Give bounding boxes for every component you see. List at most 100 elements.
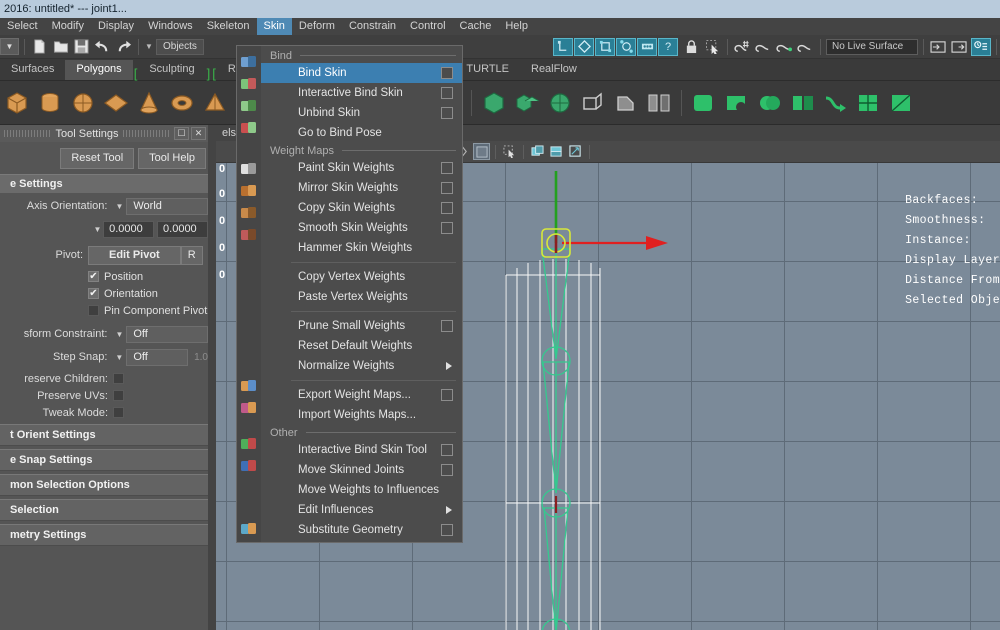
shelf-icon-smooth[interactable] [545, 88, 575, 118]
mode-dropdown-button[interactable]: ▼ [0, 37, 19, 56]
redo-arrow-icon[interactable] [114, 37, 133, 56]
shelf-icon-bool-intersect[interactable] [755, 88, 785, 118]
menu-item-bind-skin[interactable]: Bind Skin [261, 63, 462, 83]
checkbox-reserve-children-[interactable] [113, 373, 124, 384]
menu-option-box[interactable] [441, 182, 453, 194]
menu-item-smooth-skin-weights[interactable]: Smooth Skin Weights [261, 218, 462, 238]
menu-item-interactive-bind-skin-tool[interactable]: Interactive Bind Skin Tool [261, 440, 462, 460]
menu-cache[interactable]: Cache [453, 18, 499, 35]
transform-constraint-value[interactable]: Off [126, 325, 208, 343]
menu-item-reset-default-weights[interactable]: Reset Default Weights [261, 336, 462, 356]
lock-icon[interactable] [682, 37, 701, 56]
select-by-vertex-icon[interactable] [616, 37, 636, 56]
two-panes-icon[interactable] [529, 143, 546, 160]
menu-item-copy-vertex-weights[interactable]: Copy Vertex Weights [261, 267, 462, 287]
live-surface-field[interactable]: No Live Surface [826, 38, 918, 55]
close-icon[interactable]: ✕ [191, 127, 207, 140]
render-layers-icon[interactable] [637, 37, 657, 56]
shelf-icon-quadrangulate[interactable] [854, 88, 884, 118]
shelf-icon-extrude[interactable] [578, 88, 608, 118]
save-disk-icon[interactable] [72, 37, 91, 56]
menu-option-box[interactable] [441, 162, 453, 174]
menu-option-box[interactable] [441, 87, 453, 99]
shelf-icon-merge[interactable] [821, 88, 851, 118]
selection-arrow-icon[interactable] [703, 37, 722, 56]
isolate-select-icon[interactable] [501, 143, 518, 160]
menu-option-box[interactable] [441, 320, 453, 332]
collapsed-section[interactable]: mon Selection Options [0, 474, 208, 496]
pivot-option-row[interactable]: Pin Component Pivot [88, 302, 208, 319]
menu-modify[interactable]: Modify [45, 18, 91, 35]
snap-to-view-plane-icon[interactable] [796, 37, 815, 56]
shelf-icon-poly-plane[interactable] [101, 88, 131, 118]
menu-select[interactable]: Select [0, 18, 45, 35]
shelf-icon-bool-diff[interactable] [722, 88, 752, 118]
menu-skin[interactable]: Skin [256, 18, 292, 35]
tool-help-button[interactable]: Tool Help [138, 148, 206, 169]
shelf-tab-realflow[interactable]: RealFlow [520, 60, 588, 80]
pivot-option-row[interactable]: ✔ Orientation [88, 285, 208, 302]
checkbox-tweak-mode-[interactable] [113, 407, 124, 418]
pivot-option-row[interactable]: ✔ Position [88, 268, 208, 285]
snap-to-grid-icon[interactable] [733, 37, 752, 56]
shelf-icon-poly-cylinder[interactable] [35, 88, 65, 118]
menu-item-move-skinned-joints[interactable]: Move Skinned Joints [261, 460, 462, 480]
select-by-hierarchy-icon[interactable] [553, 37, 573, 56]
menu-windows[interactable]: Windows [141, 18, 200, 35]
collapsed-section[interactable]: e Snap Settings [0, 449, 208, 471]
new-file-icon[interactable] [30, 37, 49, 56]
collapsed-section[interactable]: t Orient Settings [0, 424, 208, 446]
open-folder-icon[interactable] [51, 37, 70, 56]
menu-option-box[interactable] [441, 67, 453, 79]
reset-tool-button[interactable]: Reset Tool [60, 148, 135, 169]
menu-option-box[interactable] [441, 222, 453, 234]
show-left-panel-icon[interactable] [929, 37, 948, 56]
menu-help[interactable]: Help [498, 18, 535, 35]
panel-menu-label[interactable]: els [222, 127, 236, 139]
shelf-tab-surfaces[interactable]: Surfaces [0, 60, 66, 80]
collapsed-section[interactable]: Selection [0, 499, 208, 521]
axis-orientation-dropdown-arrow-icon[interactable]: ▼ [112, 202, 126, 211]
menu-item-substitute-geometry[interactable]: Substitute Geometry [261, 520, 462, 540]
shelf-icon-mirror[interactable] [788, 88, 818, 118]
menu-option-box[interactable] [441, 202, 453, 214]
submenu-arrow-icon[interactable] [446, 506, 452, 514]
axis-num-field-2[interactable]: 0.0000 [157, 220, 208, 238]
step-snap-dropdown-arrow-icon[interactable]: ▼ [112, 353, 126, 362]
menu-item-copy-skin-weights[interactable]: Copy Skin Weights [261, 198, 462, 218]
select-by-object-icon[interactable] [574, 37, 594, 56]
move-settings-section-header[interactable]: e Settings [0, 174, 208, 193]
preserve-option-row[interactable]: reserve Children: [0, 370, 208, 387]
menu-constrain[interactable]: Constrain [342, 18, 403, 35]
show-right-panel-icon[interactable] [950, 37, 969, 56]
menu-option-box[interactable] [441, 464, 453, 476]
objects-dropdown-arrow-icon[interactable]: ▼ [144, 42, 154, 51]
question-mark-icon[interactable]: ? [658, 37, 678, 56]
objects-label[interactable]: Objects [156, 38, 204, 55]
submenu-arrow-icon[interactable] [446, 362, 452, 370]
panel-grip[interactable] [4, 130, 52, 137]
menu-item-hammer-skin-weights[interactable]: Hammer Skin Weights [261, 238, 462, 258]
axis-num-field-1[interactable]: 0.0000 [103, 220, 155, 238]
menu-item-move-weights-to-influences[interactable]: Move Weights to Influences [261, 480, 462, 500]
axis-orientation-value[interactable]: World [126, 197, 208, 215]
restore-window-icon[interactable]: ☐ [174, 127, 190, 140]
step-snap-value[interactable]: Off [126, 348, 189, 366]
shelf-icon-poly-pyramid[interactable] [200, 88, 230, 118]
shelf-icon-poly-cube-2[interactable] [479, 88, 509, 118]
snap-to-point-icon[interactable] [775, 37, 794, 56]
select-by-component-icon[interactable] [595, 37, 615, 56]
snapshot-icon[interactable] [567, 143, 584, 160]
menu-item-edit-influences[interactable]: Edit Influences [261, 500, 462, 520]
menu-item-export-weight-maps[interactable]: Export Weight Maps... [261, 385, 462, 405]
checkbox-orientation[interactable]: ✔ [88, 288, 99, 299]
undo-arrow-icon[interactable] [93, 37, 112, 56]
collapsed-section[interactable]: metry Settings [0, 524, 208, 546]
shelf-tab-sculpting[interactable]: Sculpting [138, 60, 206, 80]
shelf-icon-poly-sphere[interactable] [68, 88, 98, 118]
menu-control[interactable]: Control [403, 18, 452, 35]
reset-pivot-button[interactable]: R [180, 245, 203, 265]
shelf-icon-poly-cone[interactable] [134, 88, 164, 118]
attribute-editor-icon[interactable] [971, 37, 991, 56]
axis-numeric-dropdown-arrow-icon[interactable]: ▼ [92, 225, 103, 234]
